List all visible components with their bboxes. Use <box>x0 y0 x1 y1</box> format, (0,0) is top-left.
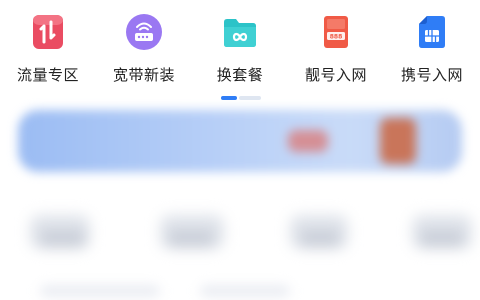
blurred-content-row <box>0 205 480 285</box>
lucky-number-icon: 888 <box>318 14 354 50</box>
promo-banner[interactable] <box>18 110 462 172</box>
blurred-text <box>420 231 464 247</box>
traffic-zone-icon <box>30 14 66 50</box>
blurred-text <box>40 231 86 247</box>
nav-item-number-portability[interactable]: 携号入网 <box>384 14 480 92</box>
nav-item-broadband-install[interactable]: 宽带新装 <box>96 14 192 92</box>
page-indicator-active-dot <box>221 96 237 100</box>
nav-item-label: 携号入网 <box>400 66 463 84</box>
change-plan-folder-icon <box>222 14 258 50</box>
nav-item-lucky-number[interactable]: 888 靓号入网 <box>288 14 384 92</box>
page-indicator <box>221 96 261 100</box>
nav-item-label: 流量专区 <box>16 66 79 84</box>
promo-banner-background <box>18 110 462 172</box>
nav-item-label: 宽带新装 <box>112 66 175 84</box>
blurred-text <box>300 231 340 247</box>
page-indicator-track <box>239 96 261 100</box>
nav-item-label: 换套餐 <box>216 66 264 84</box>
blurred-text <box>200 286 290 296</box>
nav-item-traffic-zone[interactable]: 流量专区 <box>0 14 96 92</box>
blurred-text <box>40 286 160 296</box>
service-nav-row: 流量专区 宽带新装 换套餐 888 靓号入网 携号入网 <box>0 0 480 100</box>
blurred-text <box>168 231 214 247</box>
nav-item-label: 靓号入网 <box>304 66 367 84</box>
broadband-router-icon <box>126 14 162 50</box>
promo-banner-graphic <box>288 130 328 152</box>
promo-banner-graphic <box>380 118 416 164</box>
nav-item-change-plan[interactable]: 换套餐 <box>192 14 288 92</box>
blurred-content-row <box>0 282 480 300</box>
sim-card-icon <box>414 14 450 50</box>
svg-text:888: 888 <box>330 34 343 41</box>
